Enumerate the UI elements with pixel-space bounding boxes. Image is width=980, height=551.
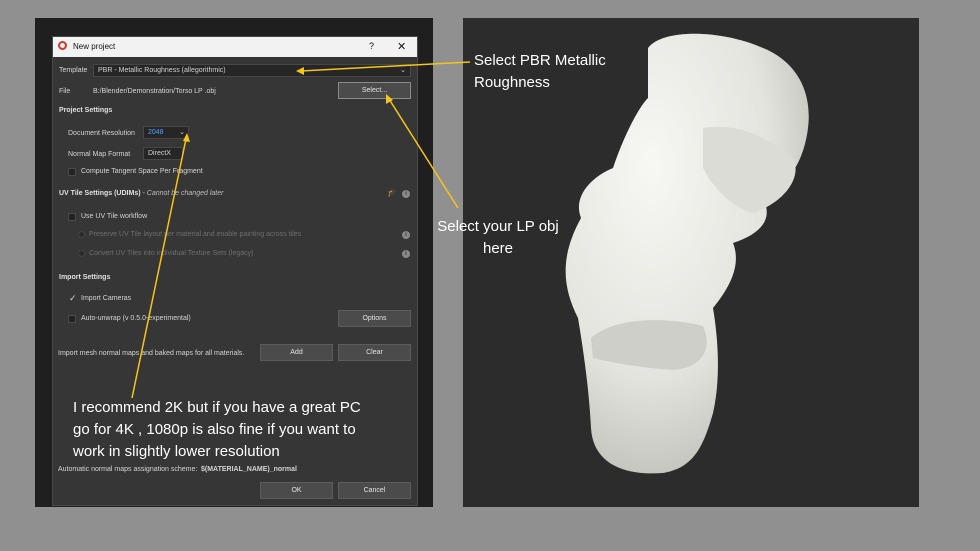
callout-pbr-line2: Roughness [474,74,550,91]
arrow-head [296,67,304,75]
arrow-to-select [388,98,459,209]
callout-lp: Select your LP obj here [431,216,565,260]
arrow-to-template [300,61,471,72]
arrow-head [183,133,190,142]
callout-recommend: I recommend 2K but if you have a great P… [73,397,361,463]
callout-lp-line2: here [482,240,514,257]
arrow-to-resolution [131,138,187,399]
callout-recommend-line2: go for 4K , 1080p is also fine if you wa… [73,421,356,438]
callout-recommend-line1: I recommend 2K but if you have a great P… [73,399,361,416]
callout-pbr-line1: Select PBR Metallic [474,52,606,69]
callout-pbr: Select PBR Metallic Roughness [474,50,606,94]
callout-lp-line1: Select your LP obj [437,218,559,235]
callout-recommend-line3: work in slightly lower resolution [73,443,280,460]
